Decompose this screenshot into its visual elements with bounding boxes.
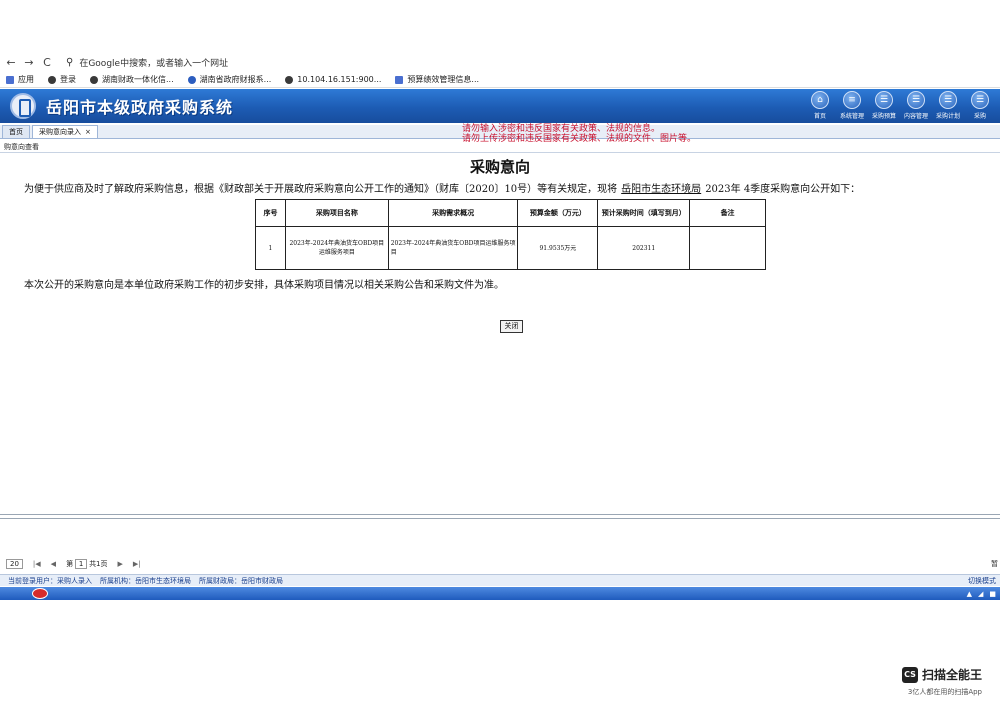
agency-name: 岳阳市生态环境局: [621, 184, 702, 195]
apps-grid-icon: [6, 75, 14, 84]
page-label: 第: [66, 559, 74, 568]
header-remark: 备注: [689, 199, 766, 227]
table-row: 1 2023年-2024年典油货车OBD项目运维服务项目 2023年-2024年…: [255, 226, 766, 270]
cell-remark: [689, 226, 766, 270]
refresh-label[interactable]: 暂: [991, 559, 998, 569]
plan-icon: ☰: [939, 91, 957, 109]
disclaimer-note: 本次公开的采购意向是本单位政府采购工作的初步安排，具体采购项目情况以相关采购公告…: [24, 280, 504, 291]
address-bar-placeholder: 在Google中搜索，或者输入一个网址: [79, 58, 229, 69]
emblem-logo: [10, 93, 36, 119]
content-icon: ☰: [907, 91, 925, 109]
first-page-icon[interactable]: |◀: [33, 560, 41, 568]
intro-paragraph: 为便于供应商及时了解政府采购信息，根据《财政部关于开展政府采购意向公开工作的通知…: [24, 180, 860, 195]
tab-purchase-intent-entry[interactable]: 采购意向录入 ×: [32, 125, 98, 138]
intro-prefix: 为便于供应商及时了解政府采购信息，根据《财政部关于开展政府采购意向公开工作的通知…: [24, 184, 618, 195]
nav-home[interactable]: ⌂ 首页: [804, 91, 836, 120]
page-title: 采购意向: [469, 158, 530, 176]
current-org: 所属机构：岳阳市生态环境局: [100, 576, 191, 585]
cell-project-name: 2023年-2024年典油货车OBD项目运维服务项目: [284, 226, 389, 270]
cell-seq: 1: [255, 226, 286, 270]
cell-expected-time: 202311: [597, 226, 691, 270]
divider: [0, 152, 1000, 153]
globe-icon: [285, 75, 294, 84]
header-seq: 序号: [255, 199, 286, 227]
table-header-row: 序号 采购项目名称 采购需求概况 预算金额（万元） 预计采购时间（填写到月） 备…: [255, 199, 766, 227]
clock-icon[interactable]: ■: [989, 590, 996, 598]
network-icon[interactable]: ▲: [967, 590, 972, 598]
tab-home[interactable]: 首页: [2, 125, 30, 138]
purchase-icon: ☰: [971, 91, 989, 109]
scanner-watermark: CS 扫描全能王: [901, 666, 982, 683]
prev-page-icon[interactable]: ◀: [51, 560, 56, 568]
app-header: 岳阳市本级政府采购系统 ⌂ 首页 ≡ 系统管理 ☰ 采购预算 ☰ 内容管理 ☰ 采购计划 …: [0, 89, 1000, 123]
system-title: 岳阳市本级政府采购系统: [46, 98, 234, 117]
page-size-select[interactable]: 20: [6, 558, 23, 569]
search-icon: ⚲: [66, 56, 74, 68]
bookmark-finance-integration[interactable]: 湖南财政一体化信...: [90, 74, 174, 85]
header-project-name: 采购项目名称: [284, 199, 389, 227]
globe-icon: [90, 75, 98, 84]
start-button-icon[interactable]: [32, 588, 48, 599]
bookmark-performance[interactable]: 预算绩效管理信息...: [395, 74, 479, 85]
bookmark-apps[interactable]: 应用: [6, 74, 34, 85]
divider: [0, 514, 1000, 515]
page-icon: [48, 75, 56, 84]
forward-arrow-icon[interactable]: →: [22, 56, 36, 69]
os-taskbar: ▲ ◢ ■: [0, 587, 1000, 600]
volume-icon[interactable]: ◢: [978, 590, 983, 598]
current-user: 当前登录用户：采购人录入: [8, 576, 92, 585]
divider: [0, 518, 1000, 519]
shield-icon: [187, 75, 196, 84]
breadcrumb: 购意向查看: [4, 143, 39, 151]
bookmark-login[interactable]: 登录: [48, 74, 76, 85]
page-number-input[interactable]: 1: [75, 558, 88, 569]
nav-purchase[interactable]: ☰ 采购: [964, 91, 996, 120]
purchase-intent-table: 序号 采购项目名称 采购需求概况 预算金额（万元） 预计采购时间（填写到月） 备…: [255, 199, 766, 270]
home-icon: ⌂: [811, 91, 829, 109]
nav-purchase-plan[interactable]: ☰ 采购计划: [932, 91, 964, 120]
page-icon: [395, 75, 404, 84]
close-button[interactable]: 关闭: [500, 320, 523, 333]
cell-requirement: 2023年-2024年典油货车OBD项目运维服务项目: [387, 226, 519, 270]
pagination-bar: 20 |◀ ◀ 第 1 共1页 ▶ ▶| 暂: [0, 557, 1000, 570]
intro-suffix: 2023年 4季度采购意向公开如下：: [705, 184, 861, 195]
last-page-icon[interactable]: ▶|: [133, 560, 141, 568]
camscanner-logo: CS: [901, 666, 918, 683]
header-budget: 预算金额（万元）: [517, 199, 599, 227]
address-bar[interactable]: ⚲ 在Google中搜索，或者输入一个网址: [66, 56, 228, 69]
camscanner-name: 扫描全能王: [921, 668, 982, 682]
browser-toolbar: ← → C ⚲ 在Google中搜索，或者输入一个网址: [0, 52, 1000, 72]
bookmarks-bar: 应用 登录 湖南财政一体化信... 湖南省政府财报系... 10.104.16.…: [0, 72, 1000, 88]
system-tray: ▲ ◢ ■: [961, 590, 996, 598]
camscanner-tagline: 3亿人都在用的扫描App: [907, 688, 982, 696]
bookmark-ip-address[interactable]: 10.104.16.151:900...: [285, 75, 381, 84]
close-icon[interactable]: ×: [85, 128, 91, 136]
status-bar: 当前登录用户：采购人录入 所属机构：岳阳市生态环境局 所属财政局：岳阳市财政局 …: [0, 574, 1000, 586]
header-nav: ⌂ 首页 ≡ 系统管理 ☰ 采购预算 ☰ 内容管理 ☰ 采购计划 ☰ 采购: [804, 91, 996, 120]
warning-text-upload: 请勿上传涉密和违反国家有关政策、法规的文件、图片等。: [462, 134, 697, 144]
cell-budget: 91.9535万元: [517, 226, 599, 270]
switch-mode-link[interactable]: 切换模式: [968, 576, 996, 586]
budget-icon: ☰: [875, 91, 893, 109]
nav-system-management[interactable]: ≡ 系统管理: [836, 91, 868, 120]
reload-icon[interactable]: C: [40, 56, 54, 69]
header-requirement: 采购需求概况: [387, 199, 519, 227]
back-arrow-icon[interactable]: ←: [4, 56, 18, 69]
settings-icon: ≡: [843, 91, 861, 109]
next-page-icon[interactable]: ▶: [118, 560, 123, 568]
nav-content-management[interactable]: ☰ 内容管理: [900, 91, 932, 120]
total-pages-label: 共1页: [89, 559, 108, 568]
header-expected-time: 预计采购时间（填写到月）: [597, 199, 691, 227]
nav-purchase-budget[interactable]: ☰ 采购预算: [868, 91, 900, 120]
current-finance-bureau: 所属财政局：岳阳市财政局: [199, 576, 283, 585]
bookmark-finance-report[interactable]: 湖南省政府财报系...: [187, 74, 271, 85]
